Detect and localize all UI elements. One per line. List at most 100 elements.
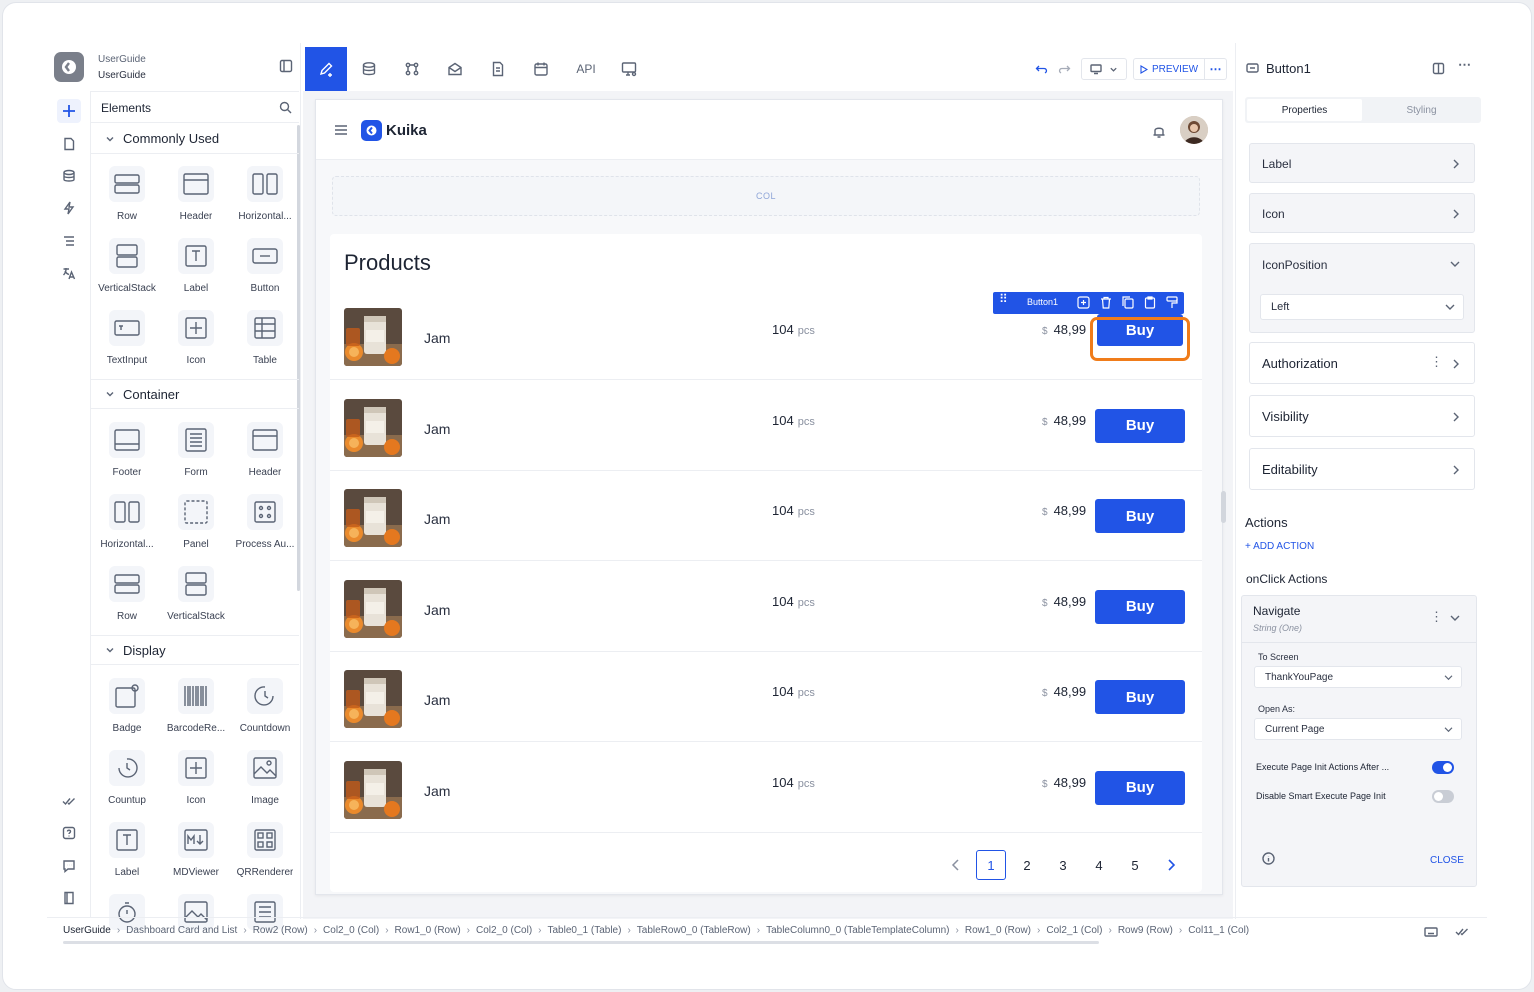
buy-button[interactable]: Buy	[1095, 770, 1185, 805]
element-label[interactable]: Label	[161, 238, 231, 302]
chevron-down-icon[interactable]	[1450, 260, 1460, 268]
element-icon-display[interactable]: Icon	[161, 750, 231, 814]
prop-label[interactable]: Label	[1249, 143, 1475, 183]
panel-layout-icon[interactable]	[1432, 62, 1445, 75]
breadcrumb-scrollbar[interactable]	[63, 941, 1099, 944]
redo-icon[interactable]	[1057, 62, 1071, 76]
pagination-next-icon[interactable]	[1156, 850, 1186, 880]
col-placeholder[interactable]: COL	[332, 176, 1200, 216]
undo-icon[interactable]	[1035, 62, 1049, 76]
action-kebab-icon[interactable]: ⋮	[1430, 609, 1443, 625]
prop-icon[interactable]: Icon	[1249, 193, 1475, 233]
keyboard-icon[interactable]	[1424, 927, 1438, 937]
resize-handle[interactable]	[1221, 491, 1226, 523]
database-icon[interactable]	[348, 47, 390, 91]
element-badge[interactable]: Badge	[92, 678, 162, 742]
pagination-page[interactable]: 2	[1012, 850, 1042, 880]
breadcrumb-item[interactable]: TableRow0_0 (TableRow)	[637, 925, 751, 936]
pagination-page[interactable]: 3	[1048, 850, 1078, 880]
paint-roller-icon[interactable]	[1166, 296, 1178, 309]
disable-smart-toggle[interactable]	[1432, 790, 1454, 803]
kuika-logo[interactable]	[54, 52, 84, 82]
element-panel[interactable]: Panel	[161, 494, 231, 558]
element-form[interactable]: Form	[161, 422, 231, 486]
to-screen-select[interactable]: ThankYouPage	[1254, 666, 1462, 688]
api-tab[interactable]: API	[565, 47, 607, 91]
calendar-icon[interactable]	[520, 47, 562, 91]
close-button[interactable]: CLOSE	[1430, 855, 1464, 866]
element-qrrenderer[interactable]: QRRenderer	[230, 822, 300, 886]
element-icon[interactable]: Icon	[161, 310, 231, 374]
chevron-down-icon[interactable]	[1450, 614, 1460, 622]
element-process-automation[interactable]: Process Au...	[230, 494, 300, 558]
element-header[interactable]: Header	[161, 166, 231, 230]
breadcrumb-item[interactable]: Row1_0 (Row)	[395, 925, 461, 936]
device-select[interactable]	[1081, 58, 1127, 80]
element-image[interactable]: Image	[230, 750, 300, 814]
more-options-icon[interactable]: ⋯	[1205, 58, 1227, 80]
search-icon[interactable]	[279, 101, 292, 114]
kebab-menu-icon[interactable]: ⋮	[1430, 354, 1443, 370]
element-verticalstack[interactable]: VerticalStack	[92, 238, 162, 302]
pagination-page[interactable]: 5	[1120, 850, 1150, 880]
breadcrumb-item[interactable]: Row1_0 (Row)	[965, 925, 1031, 936]
add-element-icon[interactable]	[57, 99, 81, 123]
iconposition-select[interactable]: Left	[1260, 294, 1464, 320]
tab-properties[interactable]: Properties	[1247, 99, 1362, 121]
prop-visibility[interactable]: Visibility	[1249, 395, 1475, 437]
buy-button[interactable]: Buy	[1095, 589, 1185, 624]
prop-authorization[interactable]: Authorization ⋮	[1249, 342, 1475, 384]
element-row-container[interactable]: Row	[92, 566, 162, 630]
element-verticalstack-container[interactable]: VerticalStack	[161, 566, 231, 630]
breadcrumb-item[interactable]: Row2 (Row)	[253, 925, 308, 936]
breadcrumb-item[interactable]: Table0_1 (Table)	[548, 925, 622, 936]
breadcrumb-item[interactable]: UserGuide	[63, 925, 111, 936]
element-horizontal-container[interactable]: Horizontal...	[92, 494, 162, 558]
prop-editability[interactable]: Editability	[1249, 448, 1475, 490]
add-action-link[interactable]: + ADD ACTION	[1245, 541, 1314, 552]
list-tree-icon[interactable]	[57, 229, 81, 253]
datasource-icon[interactable]	[57, 164, 81, 188]
breadcrumb-item[interactable]: Col2_1 (Col)	[1046, 925, 1102, 936]
section-commonly-used[interactable]: Commonly Used	[91, 124, 299, 154]
element-horizontal[interactable]: Horizontal...	[230, 166, 300, 230]
pagination-page[interactable]: 4	[1084, 850, 1114, 880]
element-row[interactable]: Row	[92, 166, 162, 230]
breadcrumb-item[interactable]: Col2_0 (Col)	[476, 925, 532, 936]
element-button[interactable]: Button	[230, 238, 300, 302]
element-header-container[interactable]: Header	[230, 422, 300, 486]
pagination-page[interactable]: 1	[976, 850, 1006, 880]
mail-icon[interactable]	[434, 47, 476, 91]
element-countdown[interactable]: Countdown	[230, 678, 300, 742]
info-icon[interactable]	[1262, 852, 1275, 865]
pages-icon[interactable]	[57, 132, 81, 156]
execute-init-toggle[interactable]	[1432, 761, 1454, 774]
breadcrumb-item[interactable]: Dashboard Card and List	[126, 925, 237, 936]
breadcrumb-item[interactable]: Row9 (Row)	[1118, 925, 1173, 936]
pagination-prev-icon[interactable]	[940, 850, 970, 880]
element-table[interactable]: Table	[230, 310, 300, 374]
buy-button[interactable]: Buy	[1095, 680, 1185, 714]
add-component-icon[interactable]	[1077, 296, 1090, 309]
breadcrumb-item[interactable]: Col11_1 (Col)	[1188, 925, 1249, 936]
notification-bell-icon[interactable]	[1152, 124, 1166, 139]
preview-button[interactable]: PREVIEW	[1133, 58, 1205, 80]
translate-icon[interactable]	[57, 261, 81, 285]
tab-styling[interactable]: Styling	[1364, 99, 1479, 121]
open-as-select[interactable]: Current Page	[1254, 718, 1462, 740]
buy-button[interactable]: Buy	[1095, 499, 1185, 533]
actions-bolt-icon[interactable]	[57, 196, 81, 220]
book-icon[interactable]	[57, 886, 81, 910]
copy-icon[interactable]	[1122, 296, 1134, 309]
section-display[interactable]: Display	[91, 635, 299, 665]
buy-button[interactable]: Buy	[1095, 408, 1185, 443]
check-status-icon[interactable]	[1455, 927, 1469, 937]
breadcrumb-item[interactable]: Col2_0 (Col)	[323, 925, 379, 936]
section-container[interactable]: Container	[91, 379, 299, 409]
hamburger-menu-icon[interactable]	[334, 124, 348, 136]
workflow-icon[interactable]	[391, 47, 433, 91]
help-icon[interactable]	[57, 821, 81, 845]
document-icon[interactable]	[477, 47, 519, 91]
element-textinput[interactable]: TextInput	[92, 310, 162, 374]
design-tab-pen-icon[interactable]	[305, 47, 347, 91]
